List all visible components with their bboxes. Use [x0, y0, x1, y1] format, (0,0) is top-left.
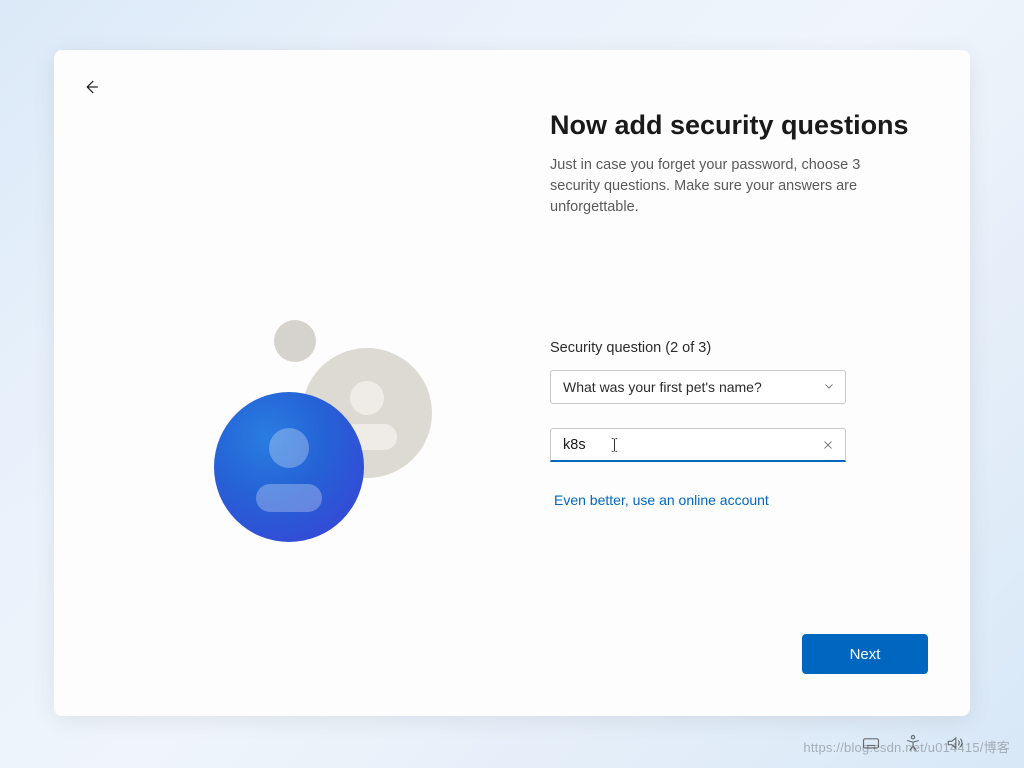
use-online-account-link[interactable]: Even better, use an online account: [554, 492, 846, 508]
volume-button[interactable]: [944, 732, 966, 754]
keyboard-icon: [861, 733, 881, 753]
answer-input[interactable]: [551, 429, 845, 460]
page-subtitle: Just in case you forget your password, c…: [550, 155, 900, 218]
chevron-down-icon: [823, 379, 835, 395]
next-button[interactable]: Next: [802, 634, 928, 674]
taskbar-tray: [860, 732, 966, 754]
close-icon: [822, 439, 834, 451]
security-question-select[interactable]: What was your first pet's name?: [550, 370, 846, 404]
illustration-dot: [274, 320, 316, 362]
oobe-card: Now add security questions Just in case …: [54, 50, 970, 716]
volume-icon: [945, 733, 965, 753]
accessibility-icon: [903, 733, 923, 753]
security-question-form: Security question (2 of 3) What was your…: [550, 340, 846, 508]
back-button[interactable]: [76, 72, 106, 102]
question-progress-label: Security question (2 of 3): [550, 340, 846, 356]
content-header: Now add security questions Just in case …: [550, 110, 930, 218]
arrow-left-icon: [82, 78, 100, 96]
user-illustration: [174, 320, 454, 560]
selected-question-text: What was your first pet's name?: [563, 379, 762, 395]
page-title: Now add security questions: [550, 110, 930, 141]
illustration-avatar-blue: [214, 392, 364, 542]
clear-input-button[interactable]: [819, 436, 837, 454]
input-method-button[interactable]: [860, 732, 882, 754]
accessibility-button[interactable]: [902, 732, 924, 754]
answer-input-wrapper: [550, 428, 846, 462]
